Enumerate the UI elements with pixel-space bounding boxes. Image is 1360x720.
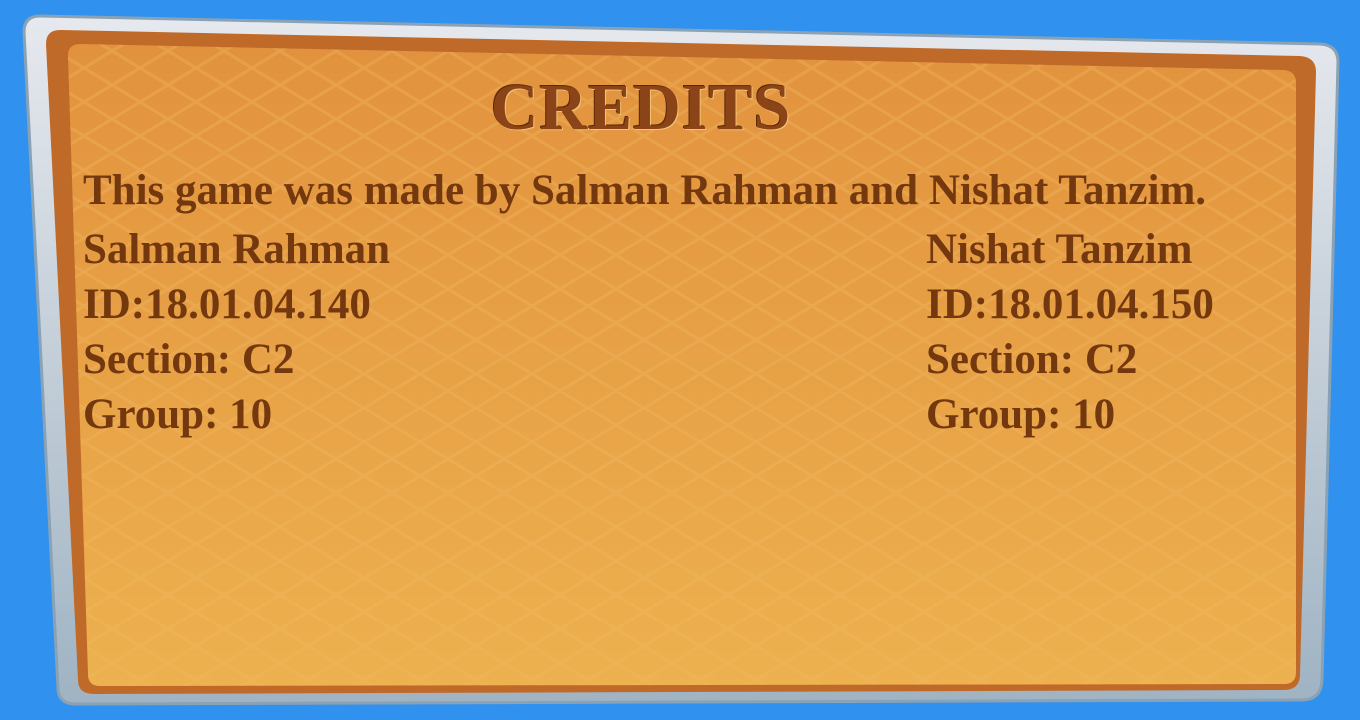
- member-group: Group: 10: [926, 391, 1116, 438]
- member-name: Salman Rahman: [83, 226, 391, 273]
- credits-screen: CREDITS This game was made by Salman Rah…: [0, 0, 1360, 720]
- member-section: Section: C2: [926, 336, 1138, 383]
- member-section: Section: C2: [83, 336, 295, 383]
- member-id: ID:18.01.04.140: [83, 281, 371, 328]
- member-id: ID:18.01.04.150: [926, 281, 1214, 328]
- member-card-nishat: Nishat Tanzim ID:18.01.04.150 Section: C…: [926, 222, 1214, 442]
- credits-title: CREDITS: [490, 71, 792, 144]
- member-card-salman: Salman Rahman ID:18.01.04.140 Section: C…: [83, 222, 390, 442]
- credits-intro-text: This game was made by Salman Rahman and …: [83, 167, 1207, 214]
- member-name: Nishat Tanzim: [926, 226, 1193, 273]
- member-group: Group: 10: [83, 391, 273, 438]
